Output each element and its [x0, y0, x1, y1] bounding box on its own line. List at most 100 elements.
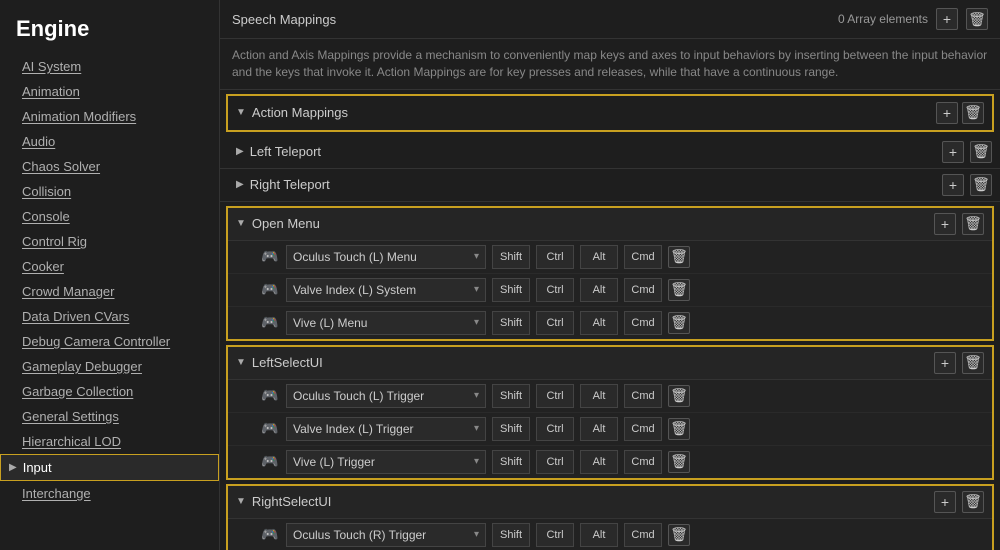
alt-btn-3[interactable]: Alt — [580, 384, 618, 408]
sidebar-item-control-rig[interactable]: Control Rig — [0, 229, 219, 254]
item-delete-5[interactable]: 🗑 — [668, 451, 690, 473]
speech-add-button[interactable]: + — [936, 8, 958, 30]
alt-btn-5[interactable]: Alt — [580, 450, 618, 474]
item-delete-4[interactable]: 🗑 — [668, 418, 690, 440]
item-delete-6[interactable]: 🗑 — [668, 524, 690, 546]
ctrl-btn-6[interactable]: Ctrl — [536, 523, 574, 547]
sidebar-item-ai-system[interactable]: AI System — [0, 54, 219, 79]
sidebar-item-animation[interactable]: Animation — [0, 79, 219, 104]
shift-btn-2[interactable]: Shift — [492, 311, 530, 335]
alt-btn-4[interactable]: Alt — [580, 417, 618, 441]
right-teleport-expand[interactable]: ▶ — [236, 179, 244, 190]
open-menu-expand[interactable]: ▼ — [236, 218, 246, 229]
alt-btn-1[interactable]: Alt — [580, 278, 618, 302]
left-select-ui-delete[interactable]: 🗑 — [962, 352, 984, 374]
ctrl-btn-4[interactable]: Ctrl — [536, 417, 574, 441]
ctrl-btn-1[interactable]: Ctrl — [536, 278, 574, 302]
sidebar: Engine AI SystemAnimationAnimation Modif… — [0, 0, 220, 550]
vive-l-trigger-select[interactable]: Vive (L) Trigger ▾ — [286, 450, 486, 474]
ctrl-btn-5[interactable]: Ctrl — [536, 450, 574, 474]
gamepad-icon-0: 🎮 — [260, 248, 280, 265]
left-teleport-row: ▶ Left Teleport + 🗑 — [220, 136, 1000, 169]
cmd-btn-0[interactable]: Cmd — [624, 245, 662, 269]
gamepad-icon-3: 🎮 — [260, 387, 280, 404]
item-delete-3[interactable]: 🗑 — [668, 385, 690, 407]
right-teleport-add[interactable]: + — [942, 174, 964, 196]
sidebar-item-cooker[interactable]: Cooker — [0, 254, 219, 279]
sidebar-active-arrow: ▶ — [9, 462, 17, 473]
left-select-ui-expand[interactable]: ▼ — [236, 357, 246, 368]
item-delete-1[interactable]: 🗑 — [668, 279, 690, 301]
valve-index-l-system-select[interactable]: Valve Index (L) System ▾ — [286, 278, 486, 302]
open-menu-add[interactable]: + — [934, 213, 956, 235]
item-delete-2[interactable]: 🗑 — [668, 312, 690, 334]
cmd-btn-2[interactable]: Cmd — [624, 311, 662, 335]
speech-mappings-row: Speech Mappings 0 Array elements + 🗑 — [220, 0, 1000, 39]
valve-index-l-trigger-select[interactable]: Valve Index (L) Trigger ▾ — [286, 417, 486, 441]
vive-l-menu-select[interactable]: Vive (L) Menu ▾ — [286, 311, 486, 335]
open-menu-delete[interactable]: 🗑 — [962, 213, 984, 235]
action-mappings-add-button[interactable]: + — [936, 102, 958, 124]
right-select-ui-delete[interactable]: 🗑 — [962, 491, 984, 513]
action-mappings-actions: + 🗑 — [936, 102, 984, 124]
sidebar-item-general-settings[interactable]: General Settings — [0, 404, 219, 429]
shift-btn-4[interactable]: Shift — [492, 417, 530, 441]
right-teleport-delete[interactable]: 🗑 — [970, 174, 992, 196]
shift-btn-0[interactable]: Shift — [492, 245, 530, 269]
sidebar-item-crowd-manager[interactable]: Crowd Manager — [0, 279, 219, 304]
left-teleport-delete[interactable]: 🗑 — [970, 141, 992, 163]
sidebar-item-gameplay-debugger[interactable]: Gameplay Debugger — [0, 354, 219, 379]
sidebar-item-audio[interactable]: Audio — [0, 129, 219, 154]
open-menu-header: ▼ Open Menu + 🗑 — [228, 208, 992, 241]
right-select-ui-expand[interactable]: ▼ — [236, 496, 246, 507]
cmd-btn-5[interactable]: Cmd — [624, 450, 662, 474]
sidebar-item-chaos-solver[interactable]: Chaos Solver — [0, 154, 219, 179]
left-select-ui-group: ▼ LeftSelectUI + 🗑 🎮 Oculus Touch (L) Tr… — [226, 345, 994, 480]
action-mappings-expand[interactable]: ▼ — [236, 107, 246, 118]
gamepad-icon-6: 🎮 — [260, 526, 280, 543]
cmd-btn-6[interactable]: Cmd — [624, 523, 662, 547]
speech-mappings-label: Speech Mappings — [232, 12, 336, 27]
gamepad-icon-2: 🎮 — [260, 314, 280, 331]
right-select-ui-add[interactable]: + — [934, 491, 956, 513]
sidebar-item-data-driven-cvars[interactable]: Data Driven CVars — [0, 304, 219, 329]
right-select-ui-item-0: 🎮 Oculus Touch (R) Trigger ▾ Shift Ctrl … — [228, 519, 992, 550]
ctrl-btn-0[interactable]: Ctrl — [536, 245, 574, 269]
alt-btn-6[interactable]: Alt — [580, 523, 618, 547]
sidebar-item-interchange[interactable]: Interchange — [0, 481, 219, 506]
oculus-touch-l-trigger-select[interactable]: Oculus Touch (L) Trigger ▾ — [286, 384, 486, 408]
speech-delete-button[interactable]: 🗑 — [966, 8, 988, 30]
left-select-ui-add[interactable]: + — [934, 352, 956, 374]
sidebar-item-animation-modifiers[interactable]: Animation Modifiers — [0, 104, 219, 129]
sidebar-item-input[interactable]: ▶Input — [0, 454, 219, 481]
alt-btn-2[interactable]: Alt — [580, 311, 618, 335]
left-teleport-add[interactable]: + — [942, 141, 964, 163]
sidebar-item-hierarchical-lod[interactable]: Hierarchical LOD — [0, 429, 219, 454]
right-select-ui-title: RightSelectUI — [252, 494, 928, 509]
cmd-btn-4[interactable]: Cmd — [624, 417, 662, 441]
left-teleport-expand[interactable]: ▶ — [236, 146, 244, 157]
action-mappings-delete-button[interactable]: 🗑 — [962, 102, 984, 124]
oculus-touch-r-trigger-select[interactable]: Oculus Touch (R) Trigger ▾ — [286, 523, 486, 547]
item-delete-0[interactable]: 🗑 — [668, 246, 690, 268]
right-teleport-row: ▶ Right Teleport + 🗑 — [220, 169, 1000, 202]
right-teleport-title: Right Teleport — [250, 177, 936, 192]
oculus-touch-l-menu-select[interactable]: Oculus Touch (L) Menu ▾ — [286, 245, 486, 269]
shift-btn-6[interactable]: Shift — [492, 523, 530, 547]
cmd-btn-3[interactable]: Cmd — [624, 384, 662, 408]
gamepad-icon-4: 🎮 — [260, 420, 280, 437]
sidebar-item-debug-camera-controller[interactable]: Debug Camera Controller — [0, 329, 219, 354]
open-menu-item-0: 🎮 Oculus Touch (L) Menu ▾ Shift Ctrl Alt… — [228, 241, 992, 274]
ctrl-btn-2[interactable]: Ctrl — [536, 311, 574, 335]
shift-btn-3[interactable]: Shift — [492, 384, 530, 408]
ctrl-btn-3[interactable]: Ctrl — [536, 384, 574, 408]
sidebar-item-console[interactable]: Console — [0, 204, 219, 229]
speech-mappings-right: 0 Array elements + 🗑 — [838, 8, 988, 30]
cmd-btn-1[interactable]: Cmd — [624, 278, 662, 302]
alt-btn-0[interactable]: Alt — [580, 245, 618, 269]
open-menu-title: Open Menu — [252, 216, 928, 231]
shift-btn-1[interactable]: Shift — [492, 278, 530, 302]
sidebar-item-garbage-collection[interactable]: Garbage Collection — [0, 379, 219, 404]
sidebar-item-collision[interactable]: Collision — [0, 179, 219, 204]
shift-btn-5[interactable]: Shift — [492, 450, 530, 474]
